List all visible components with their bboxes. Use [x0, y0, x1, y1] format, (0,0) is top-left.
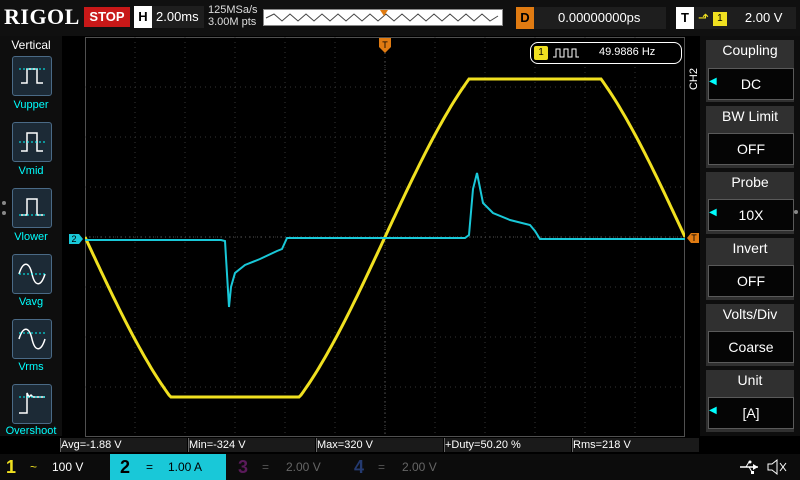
left-panel-indicator: [2, 201, 6, 205]
speaker-mute-icon[interactable]: [766, 458, 788, 476]
overshoot-label: Overshoot: [5, 425, 57, 437]
trigger-position-marker[interactable]: T: [378, 37, 392, 55]
graticule: [83, 37, 687, 437]
acquisition-info: 125MSa/s 3.00M pts: [208, 4, 258, 28]
trigger-level: 2.00 V: [744, 10, 783, 25]
sample-rate: 125MSa/s: [208, 4, 258, 16]
ch2-offset-marker-label: 2: [71, 234, 76, 244]
vmid-label: Vmid: [18, 165, 44, 177]
coupling-value[interactable]: DC: [708, 68, 794, 100]
d-key: D: [516, 7, 534, 29]
trigger-level-marker[interactable]: T: [686, 232, 700, 244]
trigger-level-marker-label: T: [691, 233, 697, 243]
ch3-number[interactable]: 3: [238, 454, 248, 480]
volts-div-title: Volts/Div: [722, 306, 778, 322]
vlower-button[interactable]: [12, 188, 52, 228]
invert-value[interactable]: OFF: [708, 265, 794, 297]
t-key: T: [676, 7, 694, 29]
bw-limit-title: BW Limit: [722, 108, 778, 124]
memory-depth: 3.00M pts: [208, 16, 257, 28]
ch1-number: 1: [6, 457, 17, 477]
trigger-settings[interactable]: T ⬏ 1 2.00 V: [676, 7, 796, 29]
ch2-menu-label: CH2: [688, 68, 700, 91]
ch2-scale: 1.00 A: [168, 460, 203, 474]
timebase-value: 2.00ms: [156, 9, 199, 24]
horizontal-timebase[interactable]: H 2.00ms: [134, 6, 204, 28]
probe-title: Probe: [731, 174, 769, 190]
vupper-icon: [19, 68, 45, 84]
measurement-avg[interactable]: Avg=-1.88 V: [60, 438, 187, 452]
unit-value[interactable]: [A]: [708, 397, 794, 429]
ch1-coupling-icon: ~: [30, 460, 38, 474]
left-arrow-icon: ◀: [709, 207, 717, 218]
vavg-icon: [18, 263, 46, 285]
memory-waveform-overview: [265, 10, 499, 22]
trigger-position-marker-label: T: [382, 40, 388, 50]
ch4-scale: 2.00 V: [402, 460, 437, 474]
bw-limit-value[interactable]: OFF: [708, 133, 794, 165]
measurement-rms[interactable]: Rms=218 V: [572, 438, 699, 452]
run-stop-button[interactable]: STOP: [84, 7, 130, 27]
square-wave-icon: [553, 48, 579, 58]
volts-div-value[interactable]: Coarse: [708, 331, 794, 363]
ch3-coupling-icon: =: [262, 460, 270, 474]
ch3-scale: 2.00 V: [286, 460, 321, 474]
vrms-button[interactable]: [12, 319, 52, 359]
overshoot-button[interactable]: [12, 384, 52, 424]
usb-icon: [740, 460, 758, 474]
coupling-title: Coupling: [722, 42, 778, 58]
vavg-label: Vavg: [18, 296, 44, 308]
vmid-button[interactable]: [12, 122, 52, 162]
measurement-max[interactable]: Max=320 V: [316, 438, 443, 452]
left-panel-indicator: [2, 211, 6, 215]
measure-category-title: Vertical: [11, 38, 51, 52]
h-key: H: [134, 6, 152, 28]
left-arrow-icon: ◀: [709, 76, 717, 87]
trigger-source: 1: [712, 11, 727, 26]
vupper-button[interactable]: [12, 56, 52, 96]
vlower-icon: [19, 198, 45, 216]
vrms-icon: [18, 328, 46, 350]
unit-title: Unit: [737, 372, 763, 388]
vmid-icon: [19, 132, 45, 152]
ch2-offset-marker[interactable]: 2: [68, 233, 84, 245]
left-arrow-icon: ◀: [709, 405, 717, 416]
rising-edge-icon: ⬏: [698, 10, 709, 25]
horizontal-delay[interactable]: D 0.00000000ps: [516, 7, 666, 29]
waveform-display[interactable]: [83, 37, 687, 437]
measurement-min[interactable]: Min=-324 V: [188, 438, 315, 452]
ch2-coupling-icon: =: [146, 460, 154, 474]
delay-value: 0.00000000ps: [558, 10, 641, 25]
right-panel-indicator: [794, 210, 798, 214]
ch2-number: 2: [120, 457, 131, 477]
vlower-label: Vlower: [14, 231, 48, 243]
memory-position-bar[interactable]: [263, 9, 503, 26]
ch4-number[interactable]: 4: [354, 454, 364, 480]
measurement-duty[interactable]: +Duty=50.20 %: [444, 438, 571, 452]
rigol-logo: RIGOL: [4, 4, 80, 29]
ch4-coupling-icon: =: [378, 460, 386, 474]
frequency-value: 49.9886 Hz: [599, 46, 656, 58]
vavg-button[interactable]: [12, 254, 52, 294]
frequency-counter: 1 49.9886 Hz: [530, 42, 682, 64]
probe-value[interactable]: 10X: [708, 199, 794, 231]
overshoot-icon: [19, 392, 45, 414]
frequency-channel: 1: [534, 46, 548, 60]
vrms-label: Vrms: [18, 361, 44, 373]
invert-title: Invert: [732, 240, 768, 256]
ch1-scale: 100 V: [52, 460, 84, 474]
vupper-label: Vupper: [13, 99, 49, 111]
